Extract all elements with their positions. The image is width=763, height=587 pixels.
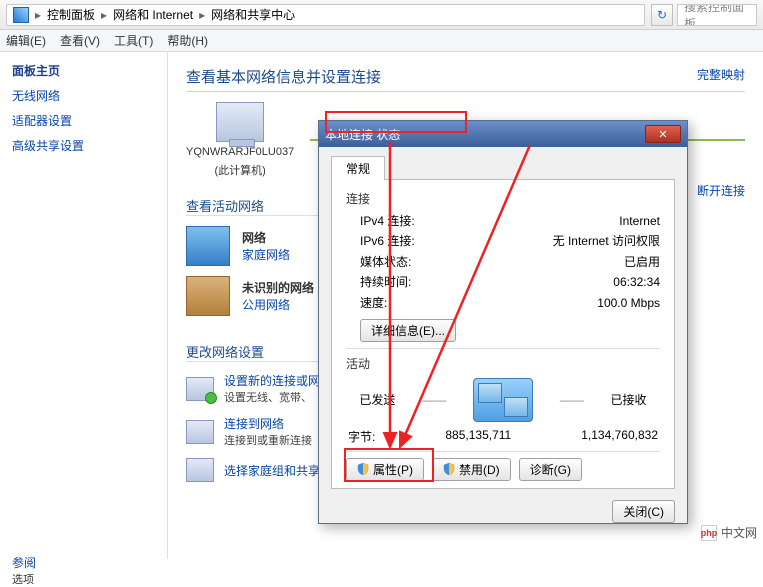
- bytes-received: 1,134,760,832: [581, 428, 658, 445]
- group-connection-label: 连接: [346, 190, 660, 207]
- watermark: php 中文网: [701, 524, 757, 541]
- shield-icon: [443, 463, 455, 475]
- tab-general[interactable]: 常规: [331, 156, 385, 180]
- page-title: 查看基本网络信息并设置连接: [186, 66, 745, 92]
- network-name: 未识别的网络: [242, 279, 314, 296]
- received-label: 已接收: [611, 391, 647, 408]
- activity-icon: [473, 378, 533, 422]
- ipv4-value: Internet: [619, 211, 660, 231]
- menu-view[interactable]: 查看(V): [60, 32, 100, 49]
- setting-desc: 设置无线、宽带、: [224, 389, 332, 405]
- sidebar-title: 面板主页: [12, 62, 155, 79]
- dialog-titlebar[interactable]: 本地连接 状态 ✕: [319, 121, 687, 147]
- group-activity-label: 活动: [346, 355, 660, 372]
- connect-network-icon: [186, 420, 214, 444]
- sidebar-link-wireless[interactable]: 无线网络: [12, 87, 155, 104]
- search-input[interactable]: 搜索控制面板: [677, 4, 757, 26]
- sidebar-link-adapter[interactable]: 适配器设置: [12, 112, 155, 129]
- computer-name: YQNWRARJF0LU037: [186, 146, 294, 158]
- diagnose-button[interactable]: 诊断(G): [519, 458, 582, 481]
- setting-new-connection[interactable]: 设置新的连接或网络: [224, 372, 332, 389]
- new-connection-icon: [186, 377, 214, 401]
- network-type-link[interactable]: 家庭网络: [242, 246, 290, 263]
- duration-label: 持续时间:: [360, 272, 411, 292]
- homegroup-icon: [186, 458, 214, 482]
- php-logo-icon: php: [701, 525, 717, 541]
- menu-tools[interactable]: 工具(T): [114, 32, 153, 49]
- setting-connect-network[interactable]: 连接到网络: [224, 415, 312, 432]
- media-label: 媒体状态:: [360, 252, 411, 272]
- properties-button[interactable]: 属性(P): [346, 458, 424, 481]
- sidebar: 面板主页 无线网络 适配器设置 高级共享设置 参阅 选项: [0, 52, 168, 559]
- shield-icon: [357, 463, 369, 475]
- section-change-settings: 更改网络设置: [186, 342, 326, 362]
- breadcrumb-item[interactable]: 控制面板: [47, 6, 95, 23]
- full-map-link[interactable]: 完整映射: [697, 66, 745, 83]
- bench-icon: [186, 276, 230, 316]
- network-icon: [186, 226, 230, 266]
- menu-help[interactable]: 帮助(H): [167, 32, 208, 49]
- chevron-right-icon: ▸: [35, 8, 41, 22]
- breadcrumb[interactable]: ▸ 控制面板 ▸ 网络和 Internet ▸ 网络和共享中心: [6, 4, 645, 26]
- menu-edit[interactable]: 编辑(E): [6, 32, 46, 49]
- close-dialog-button[interactable]: 关闭(C): [612, 500, 675, 523]
- computer-icon: [216, 102, 264, 142]
- disable-button[interactable]: 禁用(D): [432, 458, 511, 481]
- bytes-sent: 885,135,711: [445, 428, 511, 445]
- close-button[interactable]: ✕: [645, 125, 681, 143]
- speed-label: 速度:: [360, 293, 387, 313]
- watermark-text: 中文网: [721, 524, 757, 541]
- chevron-right-icon: ▸: [199, 8, 205, 22]
- network-type-link[interactable]: 公用网络: [242, 296, 314, 313]
- menu-bar: 编辑(E) 查看(V) 工具(T) 帮助(H): [0, 30, 763, 52]
- control-panel-icon: [13, 7, 29, 23]
- sidebar-seealso-label: 参阅: [12, 554, 155, 571]
- breadcrumb-item[interactable]: 网络和 Internet: [113, 6, 193, 23]
- media-value: 已启用: [624, 252, 660, 272]
- setting-desc: 连接到或重新连接: [224, 432, 312, 448]
- sidebar-seealso-item[interactable]: 选项: [12, 571, 155, 587]
- duration-value: 06:32:34: [613, 272, 660, 292]
- breadcrumb-item[interactable]: 网络和共享中心: [211, 6, 295, 23]
- ipv6-label: IPv6 连接:: [360, 231, 415, 251]
- disconnect-link[interactable]: 断开连接: [697, 182, 745, 199]
- refresh-button[interactable]: ↻: [651, 4, 673, 26]
- sent-label: 已发送: [359, 391, 395, 408]
- computer-sublabel: (此计算机): [214, 162, 265, 178]
- ipv6-value: 无 Internet 访问权限: [553, 231, 660, 251]
- dialog-title: 本地连接 状态: [325, 126, 400, 143]
- bytes-label: 字节:: [348, 428, 375, 445]
- sidebar-link-advanced[interactable]: 高级共享设置: [12, 137, 155, 154]
- network-name: 网络: [242, 229, 290, 246]
- chevron-right-icon: ▸: [101, 8, 107, 22]
- details-button[interactable]: 详细信息(E)...: [360, 319, 456, 342]
- ipv4-label: IPv4 连接:: [360, 211, 415, 231]
- connection-status-dialog: 本地连接 状态 ✕ 常规 连接 IPv4 连接: Internet IPv6 连接…: [318, 120, 688, 524]
- speed-value: 100.0 Mbps: [597, 293, 660, 313]
